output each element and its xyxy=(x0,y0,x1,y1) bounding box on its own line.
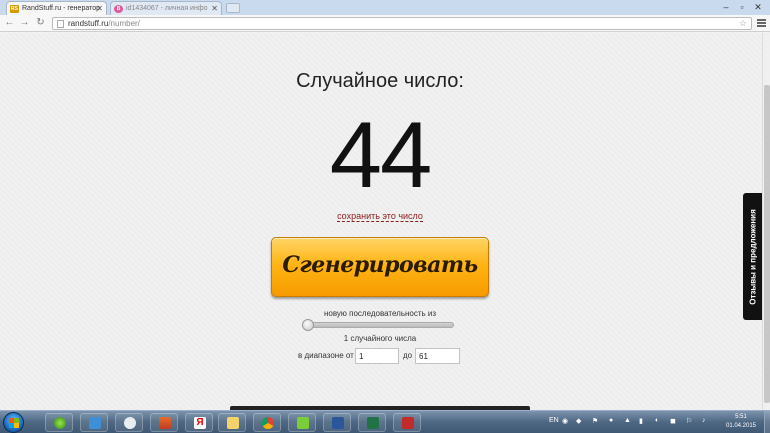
tab-strip: RS RandStuff.ru - генератор ✕ B id143406… xyxy=(0,0,770,15)
generate-button-label: Сгенерировать xyxy=(282,252,478,278)
new-tab-button[interactable] xyxy=(226,3,240,13)
windows-taskbar: Я EN ◉ ◆ ⚑ ● ▲ ▮ ◐ ◼ ⚐ ♪ 5:51 01.04.2015 xyxy=(0,410,770,433)
sequence-label: новую последовательность из xyxy=(323,309,437,318)
slider-handle[interactable] xyxy=(302,319,314,331)
tab-randstuff[interactable]: RS RandStuff.ru - генератор ✕ xyxy=(6,1,107,15)
sync-tray-icon[interactable]: ◐ xyxy=(655,417,659,424)
save-number-row: сохранить это число xyxy=(0,211,760,222)
chrome-icon[interactable] xyxy=(253,413,281,432)
flag-tray-icon[interactable]: ⚐ xyxy=(686,417,692,425)
range-from-label: в диапазоне от xyxy=(298,351,354,360)
clock-date: 01.04.2015 xyxy=(725,423,757,429)
page-icon xyxy=(57,20,64,28)
help-tray-icon[interactable]: ◉ xyxy=(562,417,568,425)
explorer-folder-icon[interactable] xyxy=(218,413,246,432)
tab-close-icon[interactable]: ✕ xyxy=(96,2,103,15)
forward-arrow-icon[interactable]: → xyxy=(19,17,30,28)
show-desktop-button[interactable] xyxy=(764,411,770,433)
feedback-tab-label: Отзывы и предложения xyxy=(748,208,757,305)
browser-toolbar: ← → ↻ randstuff.ru/number/ ☆ xyxy=(0,15,770,32)
pdf-icon[interactable] xyxy=(393,413,421,432)
word-icon[interactable] xyxy=(323,413,351,432)
tab-close-icon[interactable]: ✕ xyxy=(211,2,218,15)
tab-title: id1434067 - личная инфо xyxy=(126,5,208,12)
url-path: /number/ xyxy=(108,19,140,28)
hp-icon[interactable] xyxy=(115,413,143,432)
chrome-menu-icon[interactable] xyxy=(757,19,766,28)
minimize-icon[interactable]: – xyxy=(719,2,733,12)
stack-icon[interactable] xyxy=(150,413,178,432)
shield-tray-icon[interactable]: ◼ xyxy=(670,417,676,425)
bookmark-star-icon[interactable]: ☆ xyxy=(739,18,747,29)
count-slider[interactable] xyxy=(302,319,454,331)
generate-button[interactable]: Сгенерировать xyxy=(271,237,489,297)
start-button[interactable] xyxy=(3,412,24,433)
system-clock[interactable]: 5:51 01.04.2015 xyxy=(721,413,761,431)
count-label: 1 случайного числа xyxy=(343,334,417,343)
network-tray-icon[interactable]: ◆ xyxy=(576,417,581,425)
close-window-icon[interactable]: ✕ xyxy=(751,2,765,13)
feedback-tab[interactable]: Отзывы и предложения xyxy=(743,193,762,320)
back-arrow-icon[interactable]: ← xyxy=(4,17,15,28)
url-domain: randstuff.ru xyxy=(68,19,109,28)
volume-tray-icon[interactable]: ♪ xyxy=(702,417,706,424)
address-bar[interactable]: randstuff.ru/number/ ☆ xyxy=(52,17,752,30)
security-tray-icon[interactable]: ⚑ xyxy=(592,417,598,425)
tab-profile[interactable]: B id1434067 - личная инфо ✕ xyxy=(110,1,222,15)
randstuff-favicon-icon: RS xyxy=(10,5,19,13)
range-to-label: до xyxy=(403,351,413,360)
range-from-input[interactable] xyxy=(355,348,399,364)
scrollbar-thumb[interactable] xyxy=(764,85,770,403)
excel-icon[interactable] xyxy=(358,413,386,432)
mail-icon[interactable] xyxy=(80,413,108,432)
maximize-icon[interactable]: ▫ xyxy=(735,2,749,12)
save-number-link[interactable]: сохранить это число xyxy=(337,211,423,222)
yandex-icon[interactable]: Я xyxy=(185,413,213,432)
clock-time: 5:51 xyxy=(735,414,747,420)
page-content: Случайное число: 44 сохранить это число … xyxy=(0,33,762,410)
windows-logo-icon xyxy=(9,418,19,428)
download-icon[interactable] xyxy=(288,413,316,432)
page-title: Случайное число: xyxy=(296,70,464,92)
icq-icon[interactable] xyxy=(45,413,73,432)
range-to-input[interactable] xyxy=(415,348,460,364)
random-number: 44 xyxy=(329,102,433,207)
reload-icon[interactable]: ↻ xyxy=(35,17,46,28)
page-scrollbar[interactable] xyxy=(762,33,770,410)
app-tray-icon[interactable]: ● xyxy=(609,417,613,424)
url-text: randstuff.ru/number/ xyxy=(68,18,140,29)
profile-favicon-icon: B xyxy=(114,5,123,13)
signal-tray-icon[interactable]: ▮ xyxy=(639,417,643,425)
chart-tray-icon[interactable]: ▲ xyxy=(624,417,631,424)
language-indicator[interactable]: EN xyxy=(549,417,559,424)
tab-title: RandStuff.ru - генератор xyxy=(22,5,100,12)
